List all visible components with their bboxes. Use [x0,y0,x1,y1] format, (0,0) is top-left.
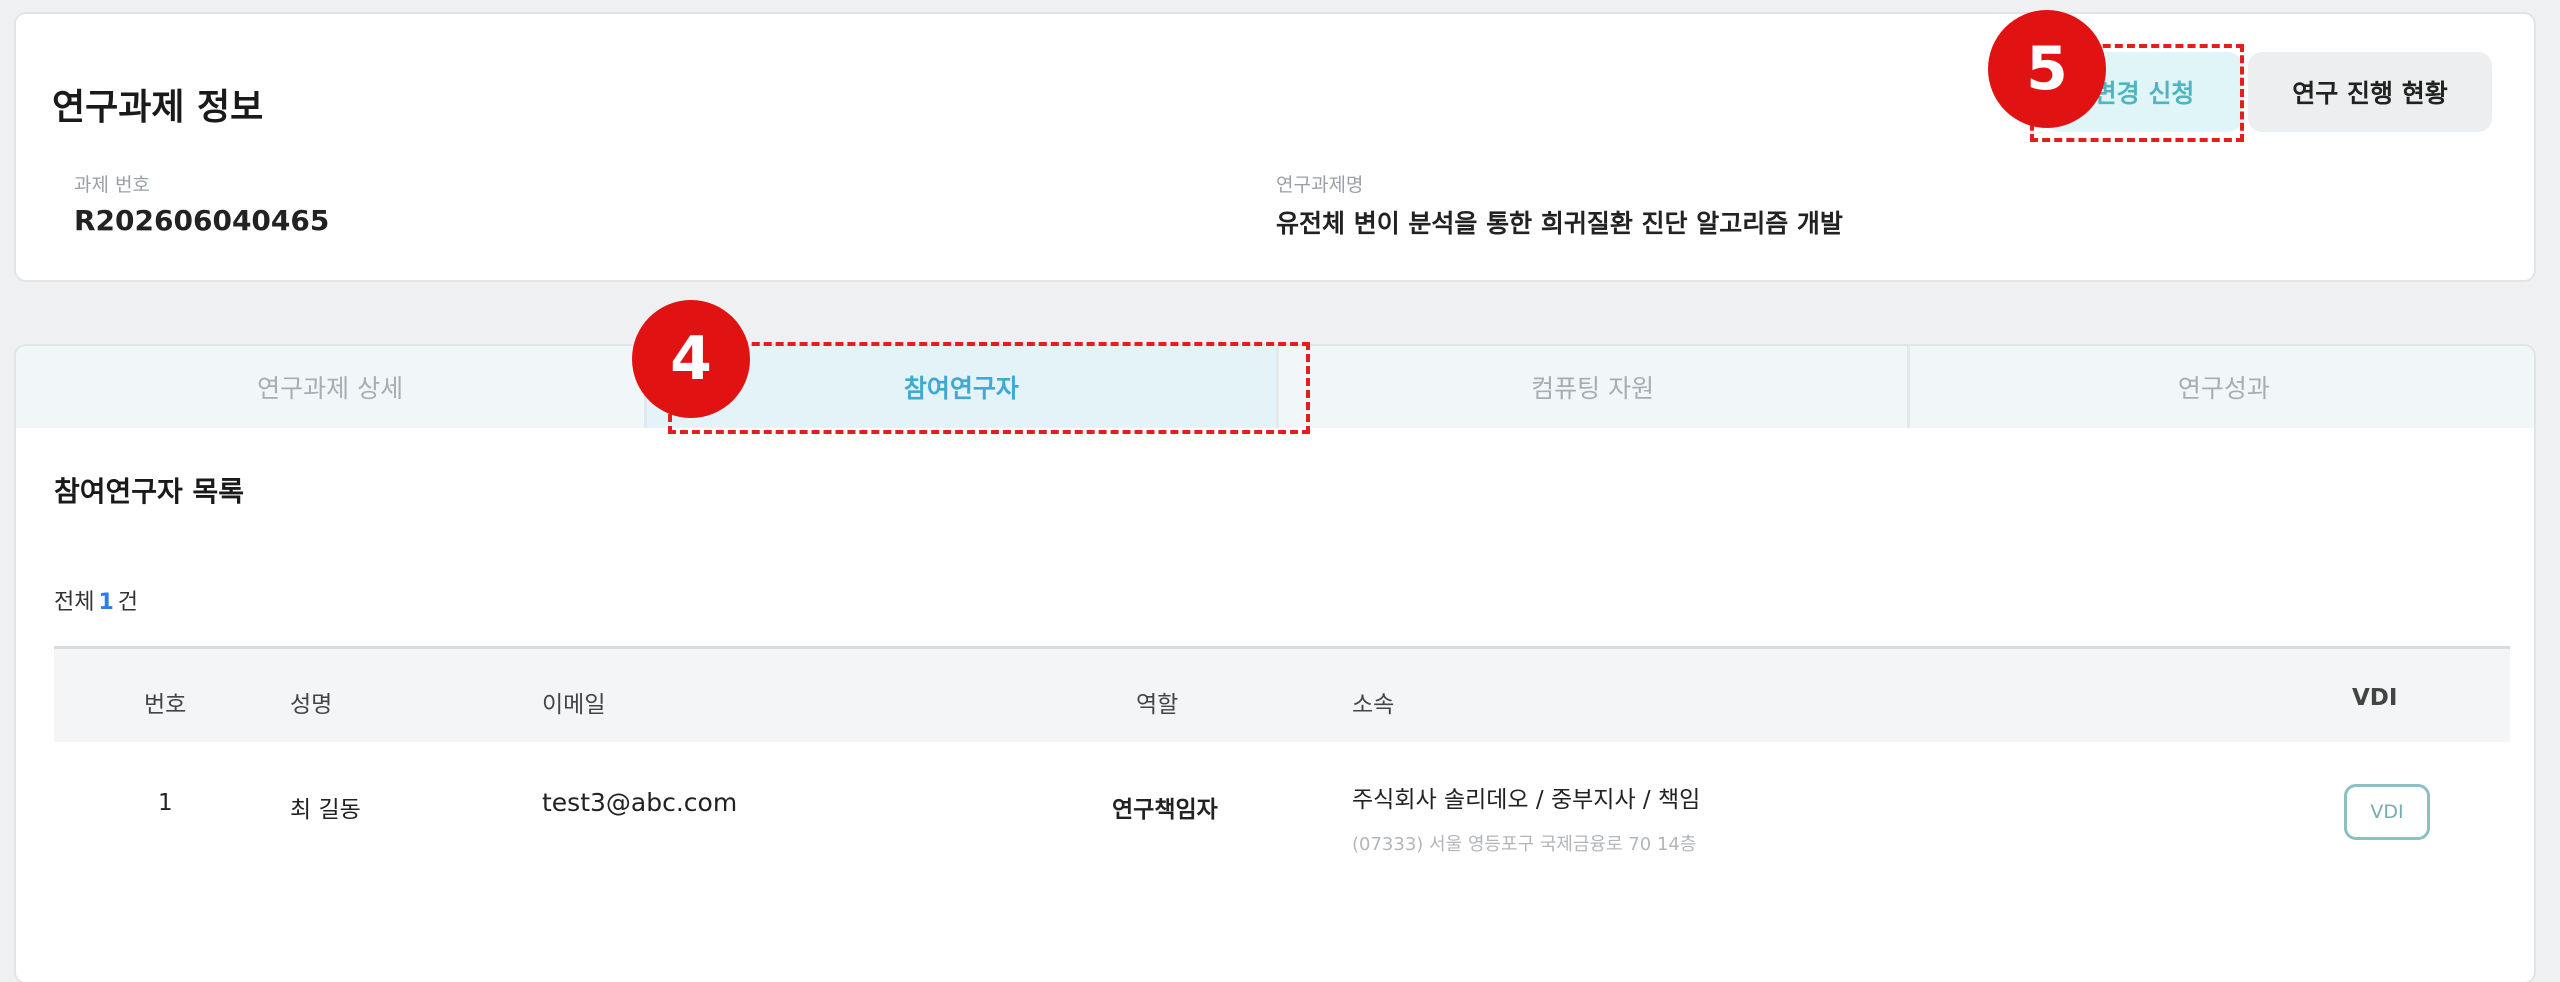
tab-research-outcomes[interactable]: 연구성과 [1909,346,2534,428]
project-number-label: 과제 번호 [74,174,150,196]
column-header-email: 이메일 [542,692,606,718]
row-name: 최 길동 [290,797,361,823]
annotation-highlight-4 [668,342,1310,434]
annotation-badge-5: 5 [1988,10,2106,128]
column-header-affiliation: 소속 [1352,692,1395,718]
column-header-name: 성명 [290,692,333,718]
total-prefix: 전체 [54,590,95,615]
row-number: 1 [158,790,173,816]
row-email: test3@abc.com [542,788,738,817]
annotation-badge-4: 4 [632,300,750,418]
table-row: 1 최 길동 test3@abc.com 연구책임자 주식회사 솔리데오 / 중… [54,742,2510,882]
row-address: (07333) 서울 영등포구 국제금융로 70 14층 [1352,834,1697,855]
column-header-vdi: VDI [2352,685,2398,711]
tab-project-detail[interactable]: 연구과제 상세 [16,346,648,428]
progress-status-button[interactable]: 연구 진행 현황 [2248,52,2492,132]
total-count: 1 [98,590,114,615]
page-title: 연구과제 정보 [52,87,264,128]
researcher-list-title: 참여연구자 목록 [54,475,245,508]
project-name-label: 연구과제명 [1276,174,1364,196]
researchers-panel: 연구과제 상세 참여연구자 컴퓨팅 자원 연구성과 참여연구자 목록 전체 1 건 … [14,344,2536,982]
total-suffix: 건 [117,590,139,615]
row-role: 연구책임자 [1112,797,1218,823]
column-header-role: 역할 [1136,692,1179,718]
total-count-line: 전체 1 건 [54,584,138,616]
tab-computing-resources[interactable]: 컴퓨팅 자원 [1278,346,1910,428]
column-header-number: 번호 [144,692,187,718]
project-number-value: R202606040465 [74,204,330,237]
row-affiliation: 주식회사 솔리데오 / 중부지사 / 책임 [1352,787,1701,813]
project-name-value: 유전체 변이 분석을 통한 희귀질환 진단 알고리즘 개발 [1276,209,1843,238]
vdi-button[interactable]: VDI [2344,784,2430,840]
table-header: 번호 성명 이메일 역할 소속 VDI [54,646,2510,742]
